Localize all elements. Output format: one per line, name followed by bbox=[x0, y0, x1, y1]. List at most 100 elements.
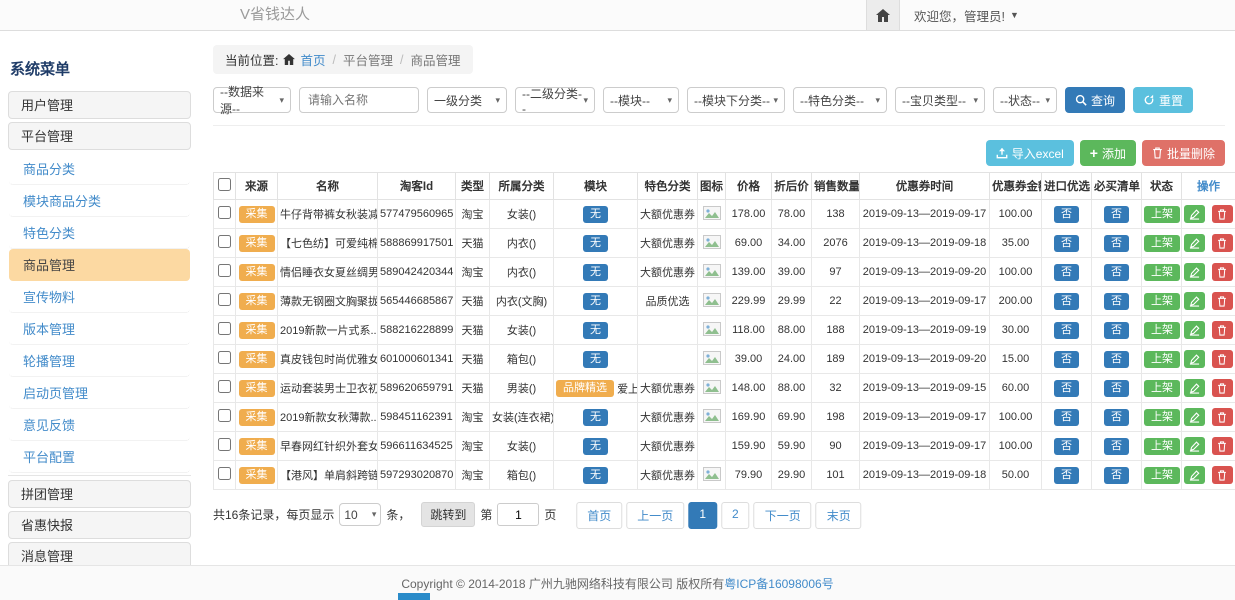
row-checkbox[interactable] bbox=[218, 438, 231, 451]
delete-button[interactable] bbox=[1212, 350, 1233, 368]
page-button[interactable]: 上一页 bbox=[626, 502, 684, 529]
delete-button[interactable] bbox=[1212, 408, 1233, 426]
must-buy-toggle[interactable]: 否 bbox=[1104, 380, 1129, 397]
must-buy-toggle[interactable]: 否 bbox=[1104, 264, 1129, 281]
edit-button[interactable] bbox=[1184, 379, 1205, 397]
status-toggle[interactable]: 上架 bbox=[1144, 380, 1180, 397]
imported-toggle[interactable]: 否 bbox=[1054, 438, 1079, 455]
sidebar-submenu-item[interactable]: 商品分类 bbox=[9, 153, 190, 185]
row-checkbox[interactable] bbox=[218, 235, 231, 248]
imported-toggle[interactable]: 否 bbox=[1054, 235, 1079, 252]
imported-toggle[interactable]: 否 bbox=[1054, 322, 1079, 339]
status-toggle[interactable]: 上架 bbox=[1144, 409, 1180, 426]
must-buy-toggle[interactable]: 否 bbox=[1104, 206, 1129, 223]
edit-button[interactable] bbox=[1184, 437, 1205, 455]
sidebar-submenu-item[interactable]: 宣传物料 bbox=[9, 281, 190, 313]
icp-link[interactable]: 粤ICP备16098006号 bbox=[724, 575, 833, 592]
imported-toggle[interactable]: 否 bbox=[1054, 351, 1079, 368]
sidebar-submenu-item[interactable]: 轮播管理 bbox=[9, 345, 190, 377]
delete-button[interactable] bbox=[1212, 205, 1233, 223]
edit-button[interactable] bbox=[1184, 466, 1205, 484]
sidebar-submenu-item[interactable]: 启动页管理 bbox=[9, 377, 190, 409]
search-button[interactable]: 查询 bbox=[1065, 87, 1125, 113]
must-buy-toggle[interactable]: 否 bbox=[1104, 438, 1129, 455]
imported-toggle[interactable]: 否 bbox=[1054, 293, 1079, 310]
level2-category-select[interactable]: --二级分类--▾ bbox=[515, 87, 595, 113]
user-menu[interactable]: 欢迎您，管理员! ▼ bbox=[914, 6, 1019, 25]
sidebar-item[interactable]: 省惠快报 bbox=[8, 511, 191, 539]
reset-button[interactable]: 重置 bbox=[1133, 87, 1193, 113]
must-buy-toggle[interactable]: 否 bbox=[1104, 409, 1129, 426]
status-toggle[interactable]: 上架 bbox=[1144, 351, 1180, 368]
imported-toggle[interactable]: 否 bbox=[1054, 206, 1079, 223]
sidebar-submenu-item[interactable]: 意见反馈 bbox=[9, 409, 190, 441]
delete-button[interactable] bbox=[1212, 321, 1233, 339]
sidebar-submenu-item[interactable]: 平台配置 bbox=[9, 441, 190, 473]
delete-button[interactable] bbox=[1212, 466, 1233, 484]
page-button[interactable]: 2 bbox=[721, 502, 750, 529]
status-toggle[interactable]: 上架 bbox=[1144, 293, 1180, 310]
status-select[interactable]: --状态--▾ bbox=[993, 87, 1057, 113]
row-checkbox[interactable] bbox=[218, 467, 231, 480]
delete-button[interactable] bbox=[1212, 379, 1233, 397]
item-type-select[interactable]: --宝贝类型--▾ bbox=[895, 87, 985, 113]
page-jump-input[interactable] bbox=[497, 503, 539, 526]
must-buy-toggle[interactable]: 否 bbox=[1104, 293, 1129, 310]
edit-button[interactable] bbox=[1184, 292, 1205, 310]
breadcrumb-home-link[interactable]: 首页 bbox=[300, 50, 325, 69]
must-buy-toggle[interactable]: 否 bbox=[1104, 351, 1129, 368]
edit-button[interactable] bbox=[1184, 350, 1205, 368]
imported-toggle[interactable]: 否 bbox=[1054, 409, 1079, 426]
page-button[interactable]: 1 bbox=[688, 502, 717, 529]
sidebar-item[interactable]: 拼团管理 bbox=[8, 480, 191, 508]
imported-toggle[interactable]: 否 bbox=[1054, 264, 1079, 281]
row-checkbox[interactable] bbox=[218, 264, 231, 277]
sidebar-submenu-item[interactable]: 商品管理 bbox=[9, 249, 190, 281]
jump-button[interactable]: 跳转到 bbox=[421, 502, 475, 527]
sidebar-submenu-item[interactable]: 模块商品分类 bbox=[9, 185, 190, 217]
page-button[interactable]: 末页 bbox=[816, 502, 862, 529]
page-button[interactable]: 下一页 bbox=[754, 502, 812, 529]
add-button[interactable]: + 添加 bbox=[1080, 140, 1136, 166]
feature-category-select[interactable]: --特色分类--▾ bbox=[793, 87, 887, 113]
module-sub-select[interactable]: --模块下分类--▾ bbox=[687, 87, 785, 113]
status-toggle[interactable]: 上架 bbox=[1144, 467, 1180, 484]
row-checkbox[interactable] bbox=[218, 351, 231, 364]
import-excel-button[interactable]: 导入excel bbox=[986, 140, 1074, 166]
row-checkbox[interactable] bbox=[218, 206, 231, 219]
select-all-checkbox[interactable] bbox=[218, 178, 231, 191]
home-button[interactable] bbox=[866, 0, 900, 30]
must-buy-toggle[interactable]: 否 bbox=[1104, 322, 1129, 339]
data-source-select[interactable]: --数据来源--▾ bbox=[213, 87, 291, 113]
edit-button[interactable] bbox=[1184, 321, 1205, 339]
imported-toggle[interactable]: 否 bbox=[1054, 467, 1079, 484]
status-toggle[interactable]: 上架 bbox=[1144, 322, 1180, 339]
edit-button[interactable] bbox=[1184, 408, 1205, 426]
delete-button[interactable] bbox=[1212, 292, 1233, 310]
row-checkbox[interactable] bbox=[218, 293, 231, 306]
must-buy-toggle[interactable]: 否 bbox=[1104, 235, 1129, 252]
status-toggle[interactable]: 上架 bbox=[1144, 206, 1180, 223]
sidebar-item-user-mgmt[interactable]: 用户管理 bbox=[8, 91, 191, 119]
batch-delete-button[interactable]: 批量删除 bbox=[1142, 140, 1225, 166]
row-checkbox[interactable] bbox=[218, 322, 231, 335]
per-page-select[interactable]: 10▾ bbox=[339, 503, 381, 526]
edit-button[interactable] bbox=[1184, 234, 1205, 252]
status-toggle[interactable]: 上架 bbox=[1144, 235, 1180, 252]
sidebar-submenu-item[interactable]: 特色分类 bbox=[9, 217, 190, 249]
status-toggle[interactable]: 上架 bbox=[1144, 438, 1180, 455]
level1-category-select[interactable]: 一级分类▾ bbox=[427, 87, 507, 113]
name-search-input[interactable] bbox=[299, 87, 419, 113]
row-checkbox[interactable] bbox=[218, 380, 231, 393]
delete-button[interactable] bbox=[1212, 437, 1233, 455]
delete-button[interactable] bbox=[1212, 234, 1233, 252]
edit-button[interactable] bbox=[1184, 205, 1205, 223]
edit-button[interactable] bbox=[1184, 263, 1205, 281]
sidebar-submenu-item[interactable]: 版本管理 bbox=[9, 313, 190, 345]
sidebar-item-platform-mgmt[interactable]: 平台管理 bbox=[8, 122, 191, 150]
must-buy-toggle[interactable]: 否 bbox=[1104, 467, 1129, 484]
imported-toggle[interactable]: 否 bbox=[1054, 380, 1079, 397]
status-toggle[interactable]: 上架 bbox=[1144, 264, 1180, 281]
delete-button[interactable] bbox=[1212, 263, 1233, 281]
page-button[interactable]: 首页 bbox=[576, 502, 622, 529]
